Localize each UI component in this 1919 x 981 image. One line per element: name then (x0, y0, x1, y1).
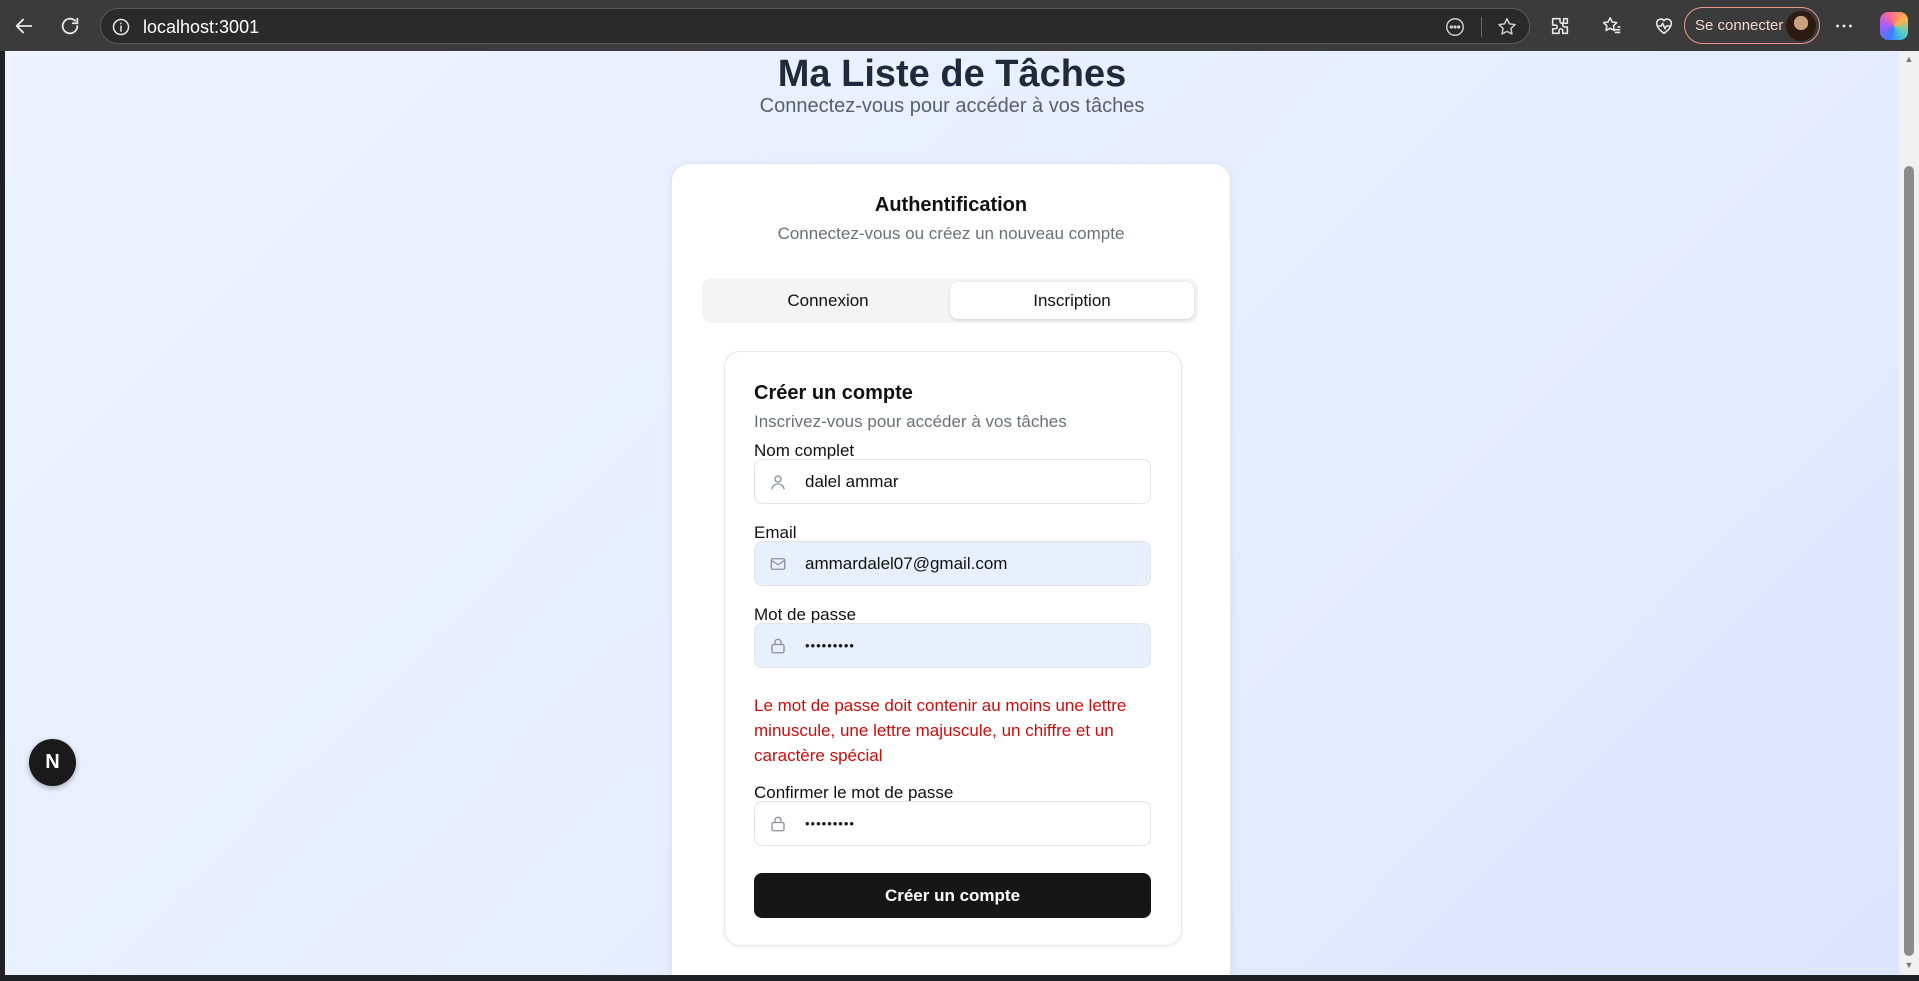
auth-subtitle: Connectez-vous ou créez un nouveau compt… (777, 224, 1125, 243)
avatar (1786, 11, 1816, 41)
auth-title: Authentification (874, 194, 1028, 216)
email-value: ammardalel07@gmail.com (805, 554, 1008, 573)
extensions-icon[interactable] (1544, 10, 1576, 42)
nextjs-dev-badge[interactable]: N (29, 739, 76, 786)
profile-button[interactable]: Se connecter (1684, 7, 1820, 44)
signup-form-card: Créer un compte Inscrivez-vous pour accé… (724, 351, 1182, 946)
password-field[interactable]: ••••••••• (754, 623, 1151, 668)
form-title: Créer un compte (754, 382, 913, 404)
mail-icon (769, 555, 789, 575)
name-label: Nom complet (754, 441, 855, 460)
password-value: ••••••••• (805, 638, 855, 653)
window-bottom-edge (0, 975, 1919, 981)
copilot-icon[interactable] (1880, 12, 1908, 40)
favorite-star-icon[interactable] (1495, 15, 1519, 39)
email-label: Email (754, 523, 797, 542)
name-field[interactable]: dalel ammar (754, 459, 1151, 504)
page-viewport: Ma Liste de Tâches Connectez-vous pour a… (5, 51, 1899, 975)
reader-mode-icon[interactable] (1443, 15, 1467, 39)
scroll-up-icon[interactable]: ▲ (1904, 55, 1914, 64)
confirm-password-field[interactable]: ••••••••• (754, 801, 1151, 846)
email-field[interactable]: ammardalel07@gmail.com (754, 541, 1151, 586)
password-error: Le mot de passe doit contenir au moins u… (754, 696, 1127, 765)
scrollbar-thumb[interactable] (1904, 166, 1914, 956)
page-title: Ma Liste de Tâches (777, 53, 1127, 95)
page-scrollbar[interactable]: ▲ ▼ (1899, 51, 1919, 975)
form-subtitle: Inscrivez-vous pour accéder à vos tâches (754, 412, 1067, 431)
tab-connexion[interactable]: Connexion (706, 282, 950, 319)
address-bar-divider (1481, 17, 1482, 37)
browser-essentials-icon[interactable] (1648, 10, 1680, 42)
info-icon[interactable] (111, 17, 131, 42)
address-bar[interactable]: localhost:3001 (100, 8, 1530, 44)
user-icon (769, 473, 789, 493)
favorites-icon[interactable] (1596, 10, 1628, 42)
tab-inscription[interactable]: Inscription (950, 282, 1194, 319)
create-account-button[interactable]: Créer un compte (754, 873, 1151, 918)
reload-icon[interactable] (54, 10, 86, 42)
more-icon[interactable] (1828, 10, 1860, 42)
profile-label: Se connecter (1695, 17, 1784, 34)
browser-toolbar: localhost:3001 Se connecter (0, 0, 1919, 51)
scroll-down-icon[interactable]: ▼ (1904, 961, 1914, 970)
name-value: dalel ammar (805, 472, 899, 491)
page-subtitle: Connectez-vous pour accéder à vos tâches (759, 95, 1145, 117)
url-text: localhost:3001 (143, 17, 260, 37)
back-icon[interactable] (8, 10, 40, 42)
confirm-password-value: ••••••••• (805, 816, 855, 831)
password-label: Mot de passe (754, 605, 857, 624)
lock-icon (769, 815, 789, 835)
confirm-password-label: Confirmer le mot de passe (754, 783, 954, 802)
auth-tabs: Connexion Inscription (702, 278, 1198, 323)
lock-icon (769, 637, 789, 657)
auth-card: Authentification Connectez-vous ou créez… (671, 163, 1231, 975)
